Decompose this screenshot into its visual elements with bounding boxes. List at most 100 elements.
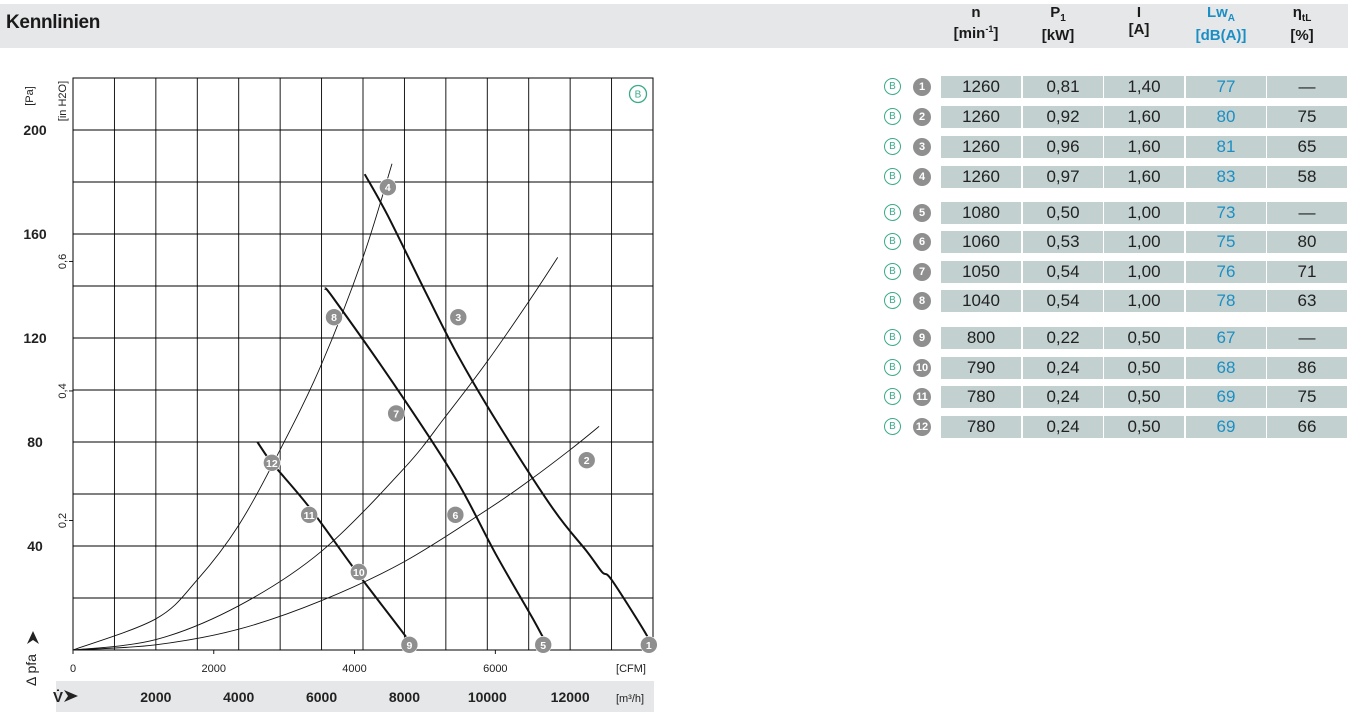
curve-b-badge: B (884, 359, 901, 376)
x-tick-label-cfm: 2000 (202, 663, 226, 675)
point-number-badge: 2 (913, 108, 931, 126)
x-tick-label-m3h: 12000 (551, 689, 590, 705)
column-header-unit: [min-1] (953, 24, 999, 42)
cell-n: 800 (941, 327, 1021, 349)
cell-i: 1,40 (1104, 76, 1184, 98)
cell-p1: 0,54 (1023, 261, 1103, 283)
operating-point-label: 6 (452, 510, 458, 522)
cell-eta: — (1267, 202, 1347, 224)
cell-n: 1260 (941, 136, 1021, 158)
column-header-4: LwA [dB(A)] (1181, 4, 1261, 44)
point-number-badge: 3 (913, 138, 931, 156)
column-header-symbol: ηtL (1292, 4, 1312, 24)
x-tick-label-cfm: 6000 (483, 663, 507, 675)
point-number-badge: 4 (913, 168, 931, 186)
point-number-badge: 6 (913, 233, 931, 251)
y-tick-label-pa: 200 (23, 122, 47, 138)
cell-lwa: 68 (1186, 357, 1266, 379)
operating-point-label: 7 (393, 408, 399, 420)
column-header-symbol: LwA (1206, 4, 1236, 24)
operating-point-label: 5 (540, 640, 546, 652)
y-axis-arrow (27, 631, 39, 644)
column-header-unit: [kW] (1041, 27, 1075, 44)
cell-eta: 66 (1267, 416, 1347, 438)
cell-i: 1,00 (1104, 290, 1184, 312)
cell-lwa: 81 (1186, 136, 1266, 158)
curve-b-badge: B (884, 233, 901, 250)
cell-i: 1,00 (1104, 202, 1184, 224)
point-number-badge: 12 (913, 418, 931, 436)
operating-point-label: 2 (584, 455, 590, 467)
cell-eta: 63 (1267, 290, 1347, 312)
point-number-badge: 10 (913, 359, 931, 377)
cell-eta: 75 (1267, 106, 1347, 128)
y-unit-inh2o: [in H2O] (57, 81, 69, 121)
cell-n: 790 (941, 357, 1021, 379)
cell-lwa: 78 (1186, 290, 1266, 312)
column-header-symbol: P1 (1050, 4, 1066, 24)
cell-lwa: 80 (1186, 106, 1266, 128)
curve-b-badge: B (884, 263, 901, 280)
column-header-unit: [%] (1290, 27, 1314, 44)
x-axis-label: V̇ (53, 689, 63, 706)
cell-lwa: 83 (1186, 166, 1266, 188)
cell-eta: 71 (1267, 261, 1347, 283)
x-unit-m3h: [m³/h] (616, 693, 644, 705)
operating-point-label: 1 (646, 640, 652, 652)
cell-p1: 0,24 (1023, 357, 1103, 379)
cell-p1: 0,92 (1023, 106, 1103, 128)
cell-n: 1040 (941, 290, 1021, 312)
cell-p1: 0,81 (1023, 76, 1103, 98)
point-number-badge: 7 (913, 263, 931, 281)
y-tick-label-inh2o: 0,6 (57, 254, 69, 269)
y-tick-label-pa: 80 (27, 434, 43, 450)
cell-i: 0,50 (1104, 416, 1184, 438)
y-tick-label-pa: 120 (23, 330, 47, 346)
column-header-1: n [min-1] (936, 4, 1016, 42)
x-tick-label-m3h: 6000 (306, 689, 337, 705)
cell-p1: 0,54 (1023, 290, 1103, 312)
cell-i: 1,60 (1104, 106, 1184, 128)
cell-i: 0,50 (1104, 386, 1184, 408)
cell-lwa: 75 (1186, 231, 1266, 253)
x-tick-label-m3h: 2000 (140, 689, 171, 705)
cell-p1: 0,22 (1023, 327, 1103, 349)
cell-lwa: 69 (1186, 416, 1266, 438)
column-header-symbol: I (1136, 4, 1142, 21)
cell-p1: 0,97 (1023, 166, 1103, 188)
point-number-badge: 1 (913, 78, 931, 96)
cell-lwa: 76 (1186, 261, 1266, 283)
cell-eta: 86 (1267, 357, 1347, 379)
curve-b-badge: B (884, 78, 901, 95)
cell-n: 1080 (941, 202, 1021, 224)
x-tick-label-cfm: 4000 (342, 663, 366, 675)
operating-point-label: 10 (353, 567, 365, 579)
x-tick-label-m3h: 10000 (468, 689, 507, 705)
curve-b-badge: B (884, 388, 901, 405)
point-number-badge: 5 (913, 204, 931, 222)
system-curve-line (72, 163, 393, 651)
cell-i: 1,00 (1104, 261, 1184, 283)
column-header-3: I [A] (1099, 4, 1179, 38)
cell-eta: 75 (1267, 386, 1347, 408)
y-tick-label-pa: 40 (27, 538, 43, 554)
cell-eta: 58 (1267, 166, 1347, 188)
column-header-unit: [A] (1128, 21, 1150, 38)
curve-b-badge: B (884, 168, 901, 185)
cell-i: 1,60 (1104, 136, 1184, 158)
cell-n: 1260 (941, 76, 1021, 98)
cell-n: 1260 (941, 106, 1021, 128)
curve-b-badge: B (884, 204, 901, 221)
system-curve-line (72, 257, 559, 651)
cell-eta: 65 (1267, 136, 1347, 158)
cell-eta: — (1267, 76, 1347, 98)
cell-i: 1,00 (1104, 231, 1184, 253)
x-unit-cfm: [CFM] (616, 663, 646, 675)
cell-n: 1050 (941, 261, 1021, 283)
operating-point-label: 4 (385, 182, 391, 194)
cell-n: 1060 (941, 231, 1021, 253)
x-tick-label-m3h: 8000 (389, 689, 420, 705)
cell-lwa: 69 (1186, 386, 1266, 408)
cell-lwa: 67 (1186, 327, 1266, 349)
y-unit-pa: [Pa] (24, 86, 36, 106)
